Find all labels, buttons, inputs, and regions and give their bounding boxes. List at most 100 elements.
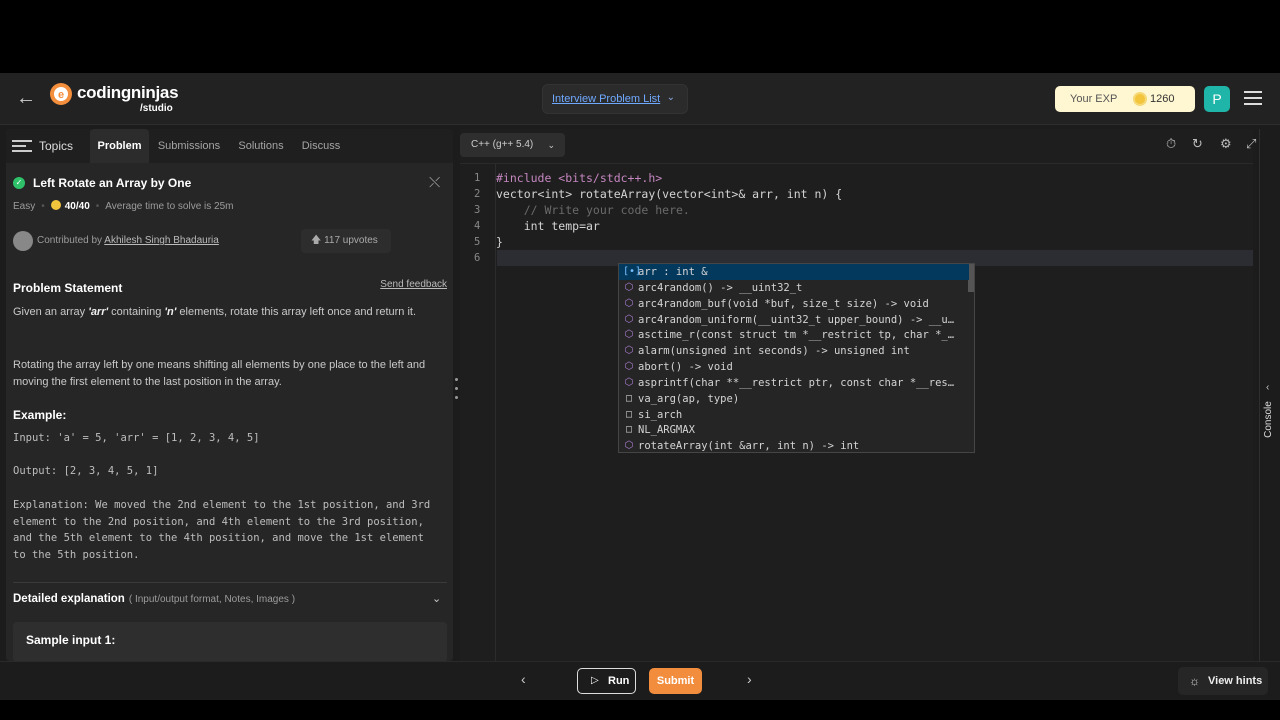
problem-statement-heading: Problem Statement	[13, 281, 123, 295]
logo-icon: e	[50, 83, 72, 105]
chevron-down-icon[interactable]: ⌄	[432, 592, 441, 605]
autocomplete-item[interactable]: ⬡ abort() -> void	[619, 359, 969, 375]
sample-input-card: Sample input 1:	[13, 622, 447, 661]
autocomplete-item[interactable]: ⬡ arc4random() -> __uint32_t	[619, 280, 969, 296]
autocomplete-popup: [•] arr : int & ⬡ arc4random() -> __uint32…	[618, 263, 975, 453]
autocomplete-item[interactable]: ⬡ arc4random_buf(void *buf, size_t size) …	[619, 296, 969, 312]
contributor-avatar	[13, 231, 33, 251]
editor-toolbar: ⏱ ↻ ⚙ ⤢	[1163, 136, 1256, 154]
exp-value: 1260	[1150, 93, 1175, 105]
interview-list-link[interactable]: Interview Problem List	[552, 93, 660, 105]
tab-submissions[interactable]: Submissions	[154, 129, 224, 163]
tab-topics-label: Topics	[39, 139, 74, 153]
autocomplete-item[interactable]: ⬡ asctime_r(const struct tm *__restrict t…	[619, 327, 969, 343]
solved-check-icon: ✓	[13, 177, 25, 189]
avatar[interactable]: P	[1204, 86, 1230, 112]
line-number-gutter: 1 2 3 4 5 6	[460, 164, 496, 662]
coin-icon	[50, 200, 61, 210]
tab-problem[interactable]: Problem	[90, 129, 149, 163]
method-icon: ⬡	[624, 361, 634, 372]
chevron-down-icon: ⌄	[666, 92, 675, 103]
autocomplete-item[interactable]: ⬡ alarm(unsigned int seconds) -> unsigned…	[619, 343, 969, 359]
settings-gear-icon[interactable]: ⚙	[1220, 136, 1232, 152]
upvote-button[interactable]: 🡅 117 upvotes	[301, 229, 391, 253]
autocomplete-item[interactable]: ⬡ rotateArray(int &arr, int n) -> int	[619, 438, 969, 454]
detailed-explanation-toggle[interactable]: Detailed explanation( Input/output forma…	[13, 593, 295, 605]
method-icon: ⬡	[624, 440, 634, 451]
chevron-down-icon: ⌄	[547, 140, 555, 150]
method-icon: ⬡	[624, 329, 634, 340]
method-icon: ⬡	[624, 314, 634, 325]
bottom-action-bar: ‹ ▷ Run Submit › ☼ View hints	[0, 661, 1280, 700]
console-toggle[interactable]: ‹ Console	[1259, 129, 1280, 661]
line-number: 2	[474, 188, 481, 200]
method-icon: ⬡	[624, 298, 634, 309]
autocomplete-item[interactable]: [•] arr : int &	[619, 264, 969, 280]
exp-badge[interactable]: Your EXP 1260	[1055, 86, 1195, 112]
code-line[interactable]: vector<int> rotateArray(vector<int>& arr…	[496, 187, 842, 201]
example-output: Output: [2, 3, 4, 5, 1]	[13, 465, 159, 477]
editor-panel: C++ (g++ 5.4) ⌄ ⏱ ↻ ⚙ ⤢ 1 2 3 4 5 6 #inc…	[460, 129, 1256, 662]
problem-title: Left Rotate an Array by One	[33, 176, 192, 190]
autocomplete-item[interactable]: □ NL_ARGMAX	[619, 422, 969, 438]
example-input: Input: 'a' = 5, 'arr' = [1, 2, 3, 4, 5]	[13, 432, 260, 444]
back-arrow-icon[interactable]: ←	[16, 87, 38, 109]
top-navbar: ← e codingninjas /studio Interview Probl…	[0, 73, 1280, 125]
next-problem-icon[interactable]: ›	[747, 671, 752, 687]
method-icon: ⬡	[624, 345, 634, 356]
contributor-row: Contributed by Akhilesh Singh Bhadauria …	[13, 229, 447, 253]
autocomplete-item[interactable]: □ va_arg(ap, type)	[619, 391, 969, 407]
language-select[interactable]: C++ (g++ 5.4) ⌄	[460, 133, 565, 157]
reference-icon: □	[625, 409, 633, 420]
statement-paragraph-2: Rotating the array left by one means shi…	[13, 359, 426, 388]
exp-label: Your EXP	[1070, 93, 1118, 105]
variable-icon: [•]	[623, 266, 642, 277]
chevron-left-icon: ‹	[1266, 382, 1270, 393]
contributor-link[interactable]: Akhilesh Singh Bhadauria	[104, 235, 219, 246]
interview-list-dropdown[interactable]: Interview Problem List ⌄	[542, 84, 688, 114]
tab-discuss[interactable]: Discuss	[296, 129, 346, 163]
line-number: 1	[474, 172, 481, 184]
app-window: ← e codingninjas /studio Interview Probl…	[0, 73, 1280, 700]
coin-icon	[1133, 92, 1147, 106]
logo-sub: /studio	[140, 103, 173, 114]
logo-name: codingninjas	[77, 83, 179, 102]
share-icon[interactable]: ⤬	[429, 174, 440, 191]
problem-content: ✓ Left Rotate an Array by One ⤬ Easy • 40/…	[6, 163, 453, 661]
tab-topics[interactable]: Topics	[6, 129, 86, 163]
autocomplete-item[interactable]: ⬡ arc4random_uniform(__uint32_t upper_bou…	[619, 312, 969, 328]
timer-icon[interactable]: ⏱	[1166, 136, 1176, 152]
autocomplete-item[interactable]: □ si_arch	[619, 407, 969, 423]
line-number: 5	[474, 236, 481, 248]
method-icon: ⬡	[624, 377, 634, 388]
problem-panel: Topics Problem Submissions Solutions Dis…	[6, 129, 453, 661]
run-button[interactable]: ▷ Run	[577, 668, 636, 694]
contributed-by-label: Contributed by	[37, 235, 103, 246]
view-hints-button[interactable]: ☼ View hints	[1178, 667, 1268, 695]
divider	[13, 582, 447, 583]
fullscreen-icon[interactable]: ⤢	[1246, 136, 1256, 152]
code-line[interactable]: #include <bits/stdc++.h>	[496, 171, 662, 185]
line-number: 3	[474, 204, 481, 216]
reset-icon[interactable]: ↻	[1192, 136, 1203, 152]
language-value: C++ (g++ 5.4)	[471, 139, 534, 150]
code-line[interactable]: // Write your code here.	[496, 203, 690, 217]
code-editor[interactable]: 1 2 3 4 5 6 #include <bits/stdc++.h> vec…	[460, 163, 1253, 662]
code-line[interactable]: }	[496, 235, 503, 249]
line-number: 6	[474, 252, 481, 264]
send-feedback-link[interactable]: Send feedback	[380, 279, 447, 290]
reference-icon: □	[625, 393, 633, 404]
lightbulb-icon: ☼	[1189, 674, 1200, 688]
problem-meta: Easy • 40/40 • Average time to solve is 25m	[13, 200, 234, 212]
previous-problem-icon[interactable]: ‹	[521, 671, 526, 687]
autocomplete-item[interactable]: ⬡ asprintf(char **__restrict ptr, const c…	[619, 375, 969, 391]
tab-solutions[interactable]: Solutions	[231, 129, 291, 163]
topics-menu-icon	[12, 140, 32, 152]
logo[interactable]: e codingninjas /studio	[50, 83, 190, 115]
panel-resize-handle[interactable]	[455, 378, 459, 408]
problem-tabs: Topics Problem Submissions Solutions Dis…	[6, 129, 453, 163]
hamburger-menu-icon[interactable]	[1244, 91, 1262, 105]
submit-button[interactable]: Submit	[649, 668, 702, 694]
code-line[interactable]: int temp=ar	[496, 219, 600, 233]
play-icon: ▷	[591, 675, 599, 686]
